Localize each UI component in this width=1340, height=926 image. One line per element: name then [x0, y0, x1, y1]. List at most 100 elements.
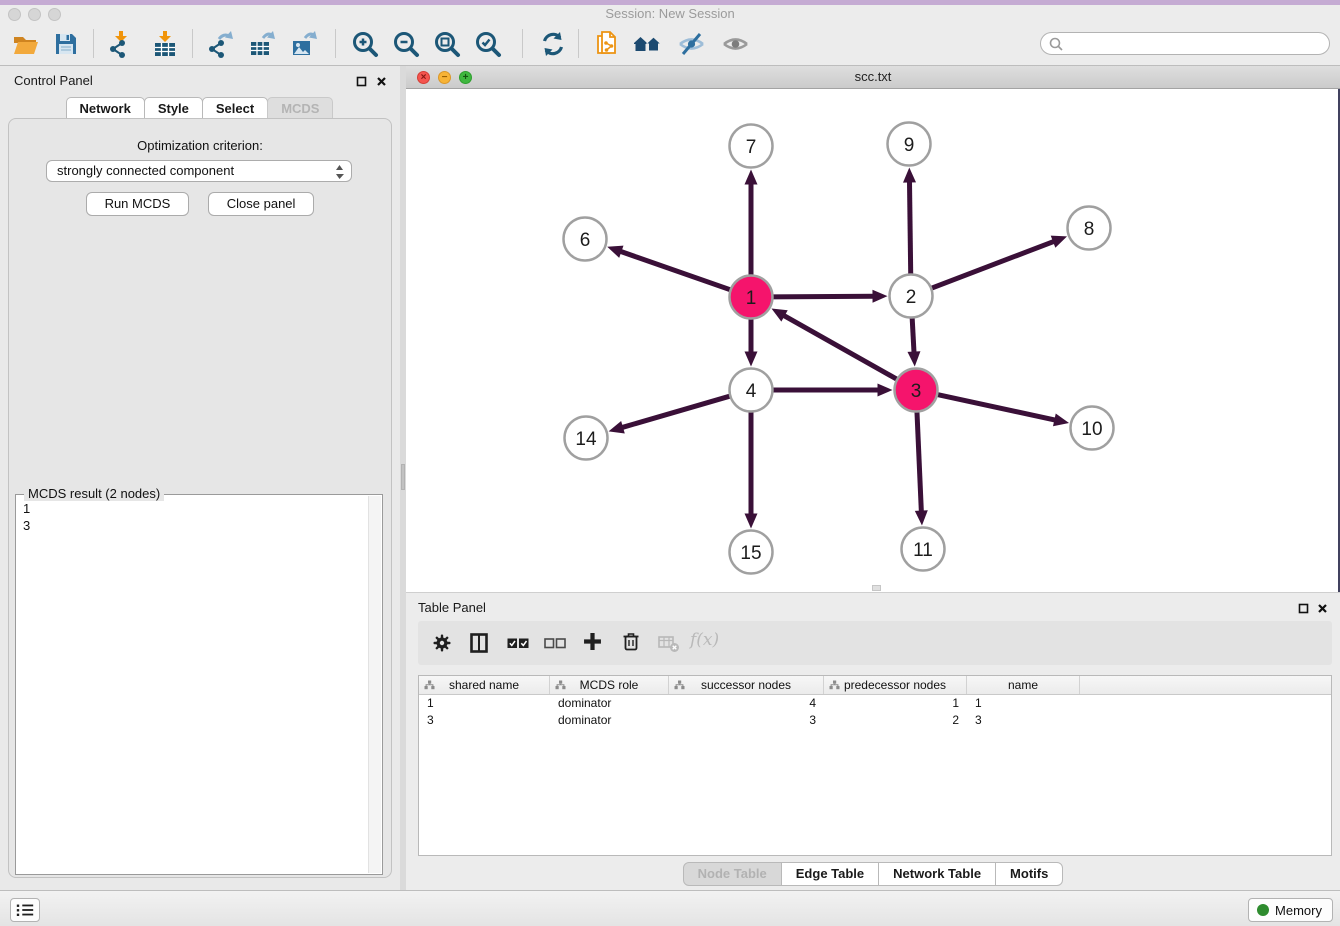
table-cell[interactable]: 3 — [419, 712, 550, 729]
graph-node-label: 10 — [1081, 419, 1102, 440]
column-header-shared-name[interactable]: shared name — [419, 676, 550, 694]
function-builder-icon[interactable]: f(x) — [690, 630, 719, 650]
column-type-icon — [424, 680, 435, 690]
graph-arrowhead — [878, 384, 893, 397]
network-window-title: scc.txt — [406, 66, 1340, 88]
graph-edge-1-6[interactable] — [619, 251, 732, 291]
graph-edge-3-1[interactable] — [783, 315, 899, 381]
status-bar: Memory — [0, 890, 1340, 926]
tab-network-table[interactable]: Network Table — [878, 862, 996, 886]
graph-arrowhead — [1051, 236, 1067, 248]
mcds-result-scrollbar[interactable] — [368, 496, 381, 873]
tab-node-table[interactable]: Node Table — [683, 862, 782, 886]
graph-node-label: 8 — [1084, 219, 1095, 240]
graph-node-label: 4 — [746, 381, 757, 402]
export-network-icon[interactable] — [206, 30, 234, 58]
first-neighbors-icon[interactable] — [633, 30, 661, 58]
graph-edge-2-8[interactable] — [929, 241, 1055, 289]
column-type-icon — [674, 680, 685, 690]
deselect-all-columns-icon[interactable] — [544, 637, 566, 655]
export-image-icon[interactable] — [290, 30, 318, 58]
clone-network-icon[interactable] — [592, 30, 620, 58]
save-session-icon[interactable] — [52, 30, 80, 58]
table-cell[interactable]: 1 — [824, 695, 967, 712]
import-network-icon[interactable] — [107, 30, 135, 58]
network-canvas[interactable]: 7968124314101511 — [406, 89, 1340, 592]
network-zoom-button[interactable]: + — [459, 71, 472, 84]
delete-table-icon[interactable] — [658, 635, 680, 658]
import-table-icon[interactable] — [151, 30, 179, 58]
float-table-panel-icon[interactable] — [1298, 601, 1310, 613]
hide-selected-icon[interactable] — [677, 30, 705, 58]
table-cell[interactable]: 4 — [669, 695, 824, 712]
tab-motifs[interactable]: Motifs — [995, 862, 1063, 886]
splitter-handle[interactable] — [401, 464, 405, 490]
select-all-columns-icon[interactable] — [507, 637, 529, 655]
open-session-icon[interactable] — [12, 30, 40, 58]
table-cell[interactable]: 1 — [967, 695, 1080, 712]
graph-edge-2-9[interactable] — [909, 180, 910, 276]
recalculate-layout-icon[interactable] — [539, 30, 567, 58]
zoom-selected-icon[interactable] — [474, 30, 502, 58]
graph-edge-3-10[interactable] — [935, 394, 1056, 420]
list-icon — [15, 902, 35, 918]
table-row[interactable]: 3dominator323 — [419, 712, 1331, 729]
close-table-panel-icon[interactable] — [1317, 601, 1329, 613]
column-header-name[interactable]: name — [967, 676, 1080, 694]
column-type-icon — [555, 680, 566, 690]
tab-edge-table[interactable]: Edge Table — [781, 862, 879, 886]
column-header-successor-nodes[interactable]: successor nodes — [669, 676, 824, 694]
mcds-result-box: MCDS result (2 nodes) 1 3 — [15, 494, 383, 875]
column-header-predecessor-nodes[interactable]: predecessor nodes — [824, 676, 967, 694]
table-toolbar: f(x) — [418, 621, 1332, 665]
table-cell[interactable]: dominator — [550, 712, 669, 729]
show-columns-icon[interactable] — [469, 633, 489, 658]
criterion-dropdown[interactable]: strongly connected component — [46, 160, 352, 182]
export-table-icon[interactable] — [248, 30, 276, 58]
table-row[interactable]: 1dominator411 — [419, 695, 1331, 712]
table-tabs: Node TableEdge TableNetwork TableMotifs — [406, 862, 1340, 886]
graph-edge-1-2[interactable] — [770, 296, 874, 297]
memory-label: Memory — [1275, 903, 1322, 918]
network-close-button[interactable]: × — [417, 71, 430, 84]
dropdown-stepper-icon — [335, 164, 344, 186]
column-header-MCDS-role[interactable]: MCDS role — [550, 676, 669, 694]
float-panel-icon[interactable] — [356, 74, 368, 86]
memory-button[interactable]: Memory — [1248, 898, 1333, 922]
show-all-icon[interactable] — [721, 30, 749, 58]
network-window: × − + scc.txt 7968124314101511 — [406, 66, 1340, 592]
graph-edge-3-11[interactable] — [917, 409, 922, 512]
graph-arrowhead — [903, 167, 916, 182]
add-column-icon[interactable] — [583, 632, 602, 656]
table-settings-icon[interactable] — [432, 633, 452, 658]
toolbar-separator — [522, 29, 523, 58]
zoom-in-icon[interactable] — [351, 30, 379, 58]
canvas-resize-grip[interactable] — [872, 585, 881, 591]
zoom-fit-icon[interactable] — [433, 30, 461, 58]
graph-edge-2-3[interactable] — [912, 315, 914, 353]
main-toolbar — [0, 22, 1340, 66]
graph-arrowhead — [1053, 414, 1069, 427]
table-body: 1dominator4113dominator323 — [419, 695, 1331, 729]
network-minimize-button[interactable]: − — [438, 71, 451, 84]
search-input[interactable] — [1063, 36, 1329, 51]
control-panel-title: Control Panel — [14, 73, 93, 88]
zoom-out-icon[interactable] — [392, 30, 420, 58]
table-cell[interactable]: dominator — [550, 695, 669, 712]
close-panel-icon[interactable] — [376, 74, 388, 86]
table-panel-title: Table Panel — [418, 600, 486, 615]
delete-columns-icon[interactable] — [622, 631, 640, 657]
graph-arrowhead — [609, 421, 625, 433]
table-cell[interactable]: 2 — [824, 712, 967, 729]
graph-edge-4-14[interactable] — [621, 395, 732, 427]
window-titlebar: Session: New Session — [0, 0, 1340, 22]
table-cell[interactable]: 3 — [669, 712, 824, 729]
table-cell[interactable]: 3 — [967, 712, 1080, 729]
table-cell[interactable]: 1 — [419, 695, 550, 712]
control-panel: Control Panel NetworkStyleSelectMCDS Opt… — [0, 66, 400, 890]
graph-arrowhead — [745, 170, 758, 185]
show-panels-button[interactable] — [10, 898, 40, 922]
optimization-criterion-label: Optimization criterion: — [9, 138, 391, 153]
run-mcds-button[interactable]: Run MCDS — [86, 192, 190, 216]
close-panel-button[interactable]: Close panel — [208, 192, 315, 216]
